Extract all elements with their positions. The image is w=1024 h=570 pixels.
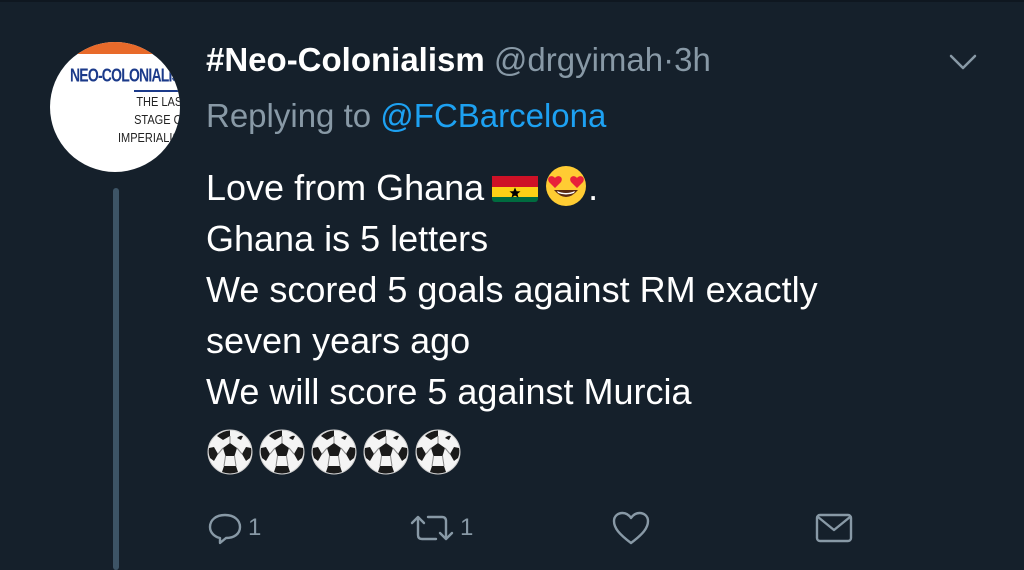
like-button[interactable] — [611, 506, 651, 550]
envelope-icon — [815, 513, 853, 543]
avatar-logo-line: THE LAST — [136, 95, 180, 110]
avatar-logo-subtitle: THE LAST STAGE OF IMPERIALISM — [118, 94, 180, 148]
avatar-logo-line: IMPERIALISM — [118, 131, 180, 146]
tweet-line-text: Love from Ghana — [206, 167, 485, 208]
tweet-text: Love from Ghana . Ghana is 5 letters We … — [206, 162, 996, 417]
reply-icon — [208, 513, 242, 545]
soccer-ball-emoji — [206, 428, 254, 476]
retweet-icon — [410, 515, 454, 541]
replying-to-link[interactable]: @FCBarcelona — [380, 97, 606, 134]
direct-message-button[interactable] — [813, 506, 855, 550]
display-name[interactable]: #Neo-Colonialism — [206, 41, 485, 78]
tweet[interactable]: NEO-COLONIALISM THE LAST STAGE OF IMPERI… — [0, 0, 1024, 570]
soccer-ball-emoji — [258, 428, 306, 476]
tweet-line: seven years ago — [206, 320, 471, 361]
tweet-line: Love from Ghana . — [206, 162, 996, 213]
soccer-ball-emoji — [362, 428, 410, 476]
heart-eyes-emoji — [544, 164, 588, 208]
heart-icon — [612, 511, 650, 545]
avatar-logo-bar — [134, 90, 180, 92]
tweet-line-suffix: . — [588, 167, 599, 208]
separator-dot: · — [663, 41, 675, 78]
avatar[interactable]: NEO-COLONIALISM THE LAST STAGE OF IMPERI… — [50, 42, 180, 172]
user-handle[interactable]: @drgyimah — [494, 41, 663, 78]
replying-prefix: Replying to — [206, 97, 372, 134]
avatar-stripe — [50, 42, 180, 54]
soccer-balls-row — [206, 428, 466, 476]
replying-to: Replying to @FCBarcelona — [206, 96, 606, 136]
avatar-logo-title: NEO-COLONIALISM — [70, 64, 180, 86]
reply-button[interactable]: 1 — [206, 506, 261, 550]
retweet-count: 1 — [460, 514, 474, 541]
soccer-ball-emoji — [414, 428, 462, 476]
soccer-ball-emoji — [310, 428, 358, 476]
tweet-line: We scored 5 goals against RM exactly — [206, 269, 818, 310]
reply-count: 1 — [248, 514, 262, 541]
tweet-header: #Neo-Colonialism @drgyimah·3h — [206, 40, 711, 80]
avatar-logo-line: STAGE OF — [134, 113, 180, 128]
chevron-down-icon[interactable] — [946, 48, 980, 74]
timestamp[interactable]: 3h — [674, 41, 711, 78]
tweet-line: Ghana is 5 letters — [206, 218, 489, 259]
retweet-button[interactable]: 1 — [408, 506, 473, 550]
ghana-flag-emoji — [492, 170, 539, 203]
tweet-line: We will score 5 against Murcia — [206, 371, 692, 412]
tweet-actions: 1 1 — [0, 506, 1024, 556]
